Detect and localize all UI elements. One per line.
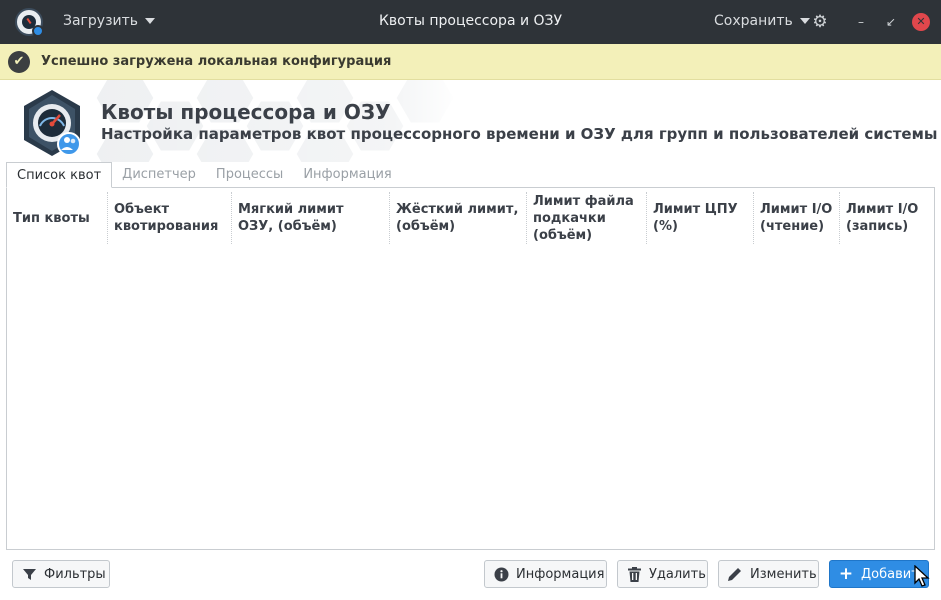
column-header-quota-object[interactable]: Объект квотирования bbox=[107, 192, 225, 244]
column-header-io-write[interactable]: Лимит I/O (запись) bbox=[839, 192, 927, 244]
page-title: Квоты процессора и ОЗУ bbox=[101, 100, 391, 124]
restore-button[interactable]: ↙ bbox=[882, 13, 900, 31]
column-header-swap-limit[interactable]: Лимит файла подкачки (объём) bbox=[526, 192, 640, 244]
column-header-cpu-limit[interactable]: Лимит ЦПУ (%) bbox=[646, 192, 746, 244]
tab-information[interactable]: Информация bbox=[293, 162, 401, 188]
trash-icon bbox=[626, 566, 642, 582]
page-header: Квоты процессора и ОЗУ Настройка парамет… bbox=[0, 80, 941, 162]
minimize-button[interactable]: – bbox=[852, 13, 870, 31]
tab-quota-list[interactable]: Список квот bbox=[6, 162, 113, 188]
notification-bar: ✔ Успешно загружена локальная конфигурац… bbox=[0, 44, 941, 80]
edit-button-label: Изменить bbox=[750, 566, 817, 582]
tab-dispatcher[interactable]: Диспетчер bbox=[112, 162, 206, 188]
notification-message: Успешно загружена локальная конфигурация bbox=[41, 54, 392, 69]
pencil-icon bbox=[727, 566, 743, 582]
close-button[interactable]: ✕ bbox=[912, 13, 930, 31]
funnel-icon bbox=[21, 566, 37, 582]
delete-button[interactable]: Удалить bbox=[617, 560, 708, 588]
mouse-cursor-icon bbox=[914, 565, 930, 587]
app-logo bbox=[24, 90, 81, 156]
delete-button-label: Удалить bbox=[649, 566, 706, 582]
info-button[interactable]: Информация bbox=[484, 560, 607, 588]
column-header-quota-type[interactable]: Тип квоты bbox=[13, 192, 105, 244]
column-header-hard-limit[interactable]: Жёсткий лимит, (объём) bbox=[389, 192, 519, 244]
save-menu-label: Сохранить bbox=[714, 13, 793, 29]
gear-icon[interactable]: ⚙ bbox=[812, 14, 828, 31]
info-button-label: Информация bbox=[516, 566, 605, 582]
tab-bar: Список квот Диспетчер Процессы Информаци… bbox=[6, 162, 402, 188]
title-bar: Загрузить Квоты процессора и ОЗУ Сохрани… bbox=[0, 0, 941, 44]
quota-table[interactable]: Тип квоты Объект квотирования Мягкий лим… bbox=[6, 187, 935, 550]
edit-button[interactable]: Изменить bbox=[718, 560, 819, 588]
plus-icon: + bbox=[838, 564, 854, 584]
column-header-soft-ram-limit[interactable]: Мягкий лимит ОЗУ, (объём) bbox=[231, 192, 383, 244]
filters-button[interactable]: Фильтры bbox=[12, 560, 110, 588]
check-circle-icon: ✔ bbox=[8, 51, 30, 73]
chevron-down-icon bbox=[799, 18, 810, 24]
save-menu[interactable]: Сохранить bbox=[714, 13, 810, 29]
page-subtitle: Настройка параметров квот процессорного … bbox=[101, 125, 938, 143]
info-icon bbox=[493, 566, 509, 582]
tab-processes[interactable]: Процессы bbox=[206, 162, 293, 188]
filters-button-label: Фильтры bbox=[44, 566, 106, 582]
table-header: Тип квоты Объект квотирования Мягкий лим… bbox=[7, 188, 934, 248]
column-header-io-read[interactable]: Лимит I/O (чтение) bbox=[753, 192, 833, 244]
